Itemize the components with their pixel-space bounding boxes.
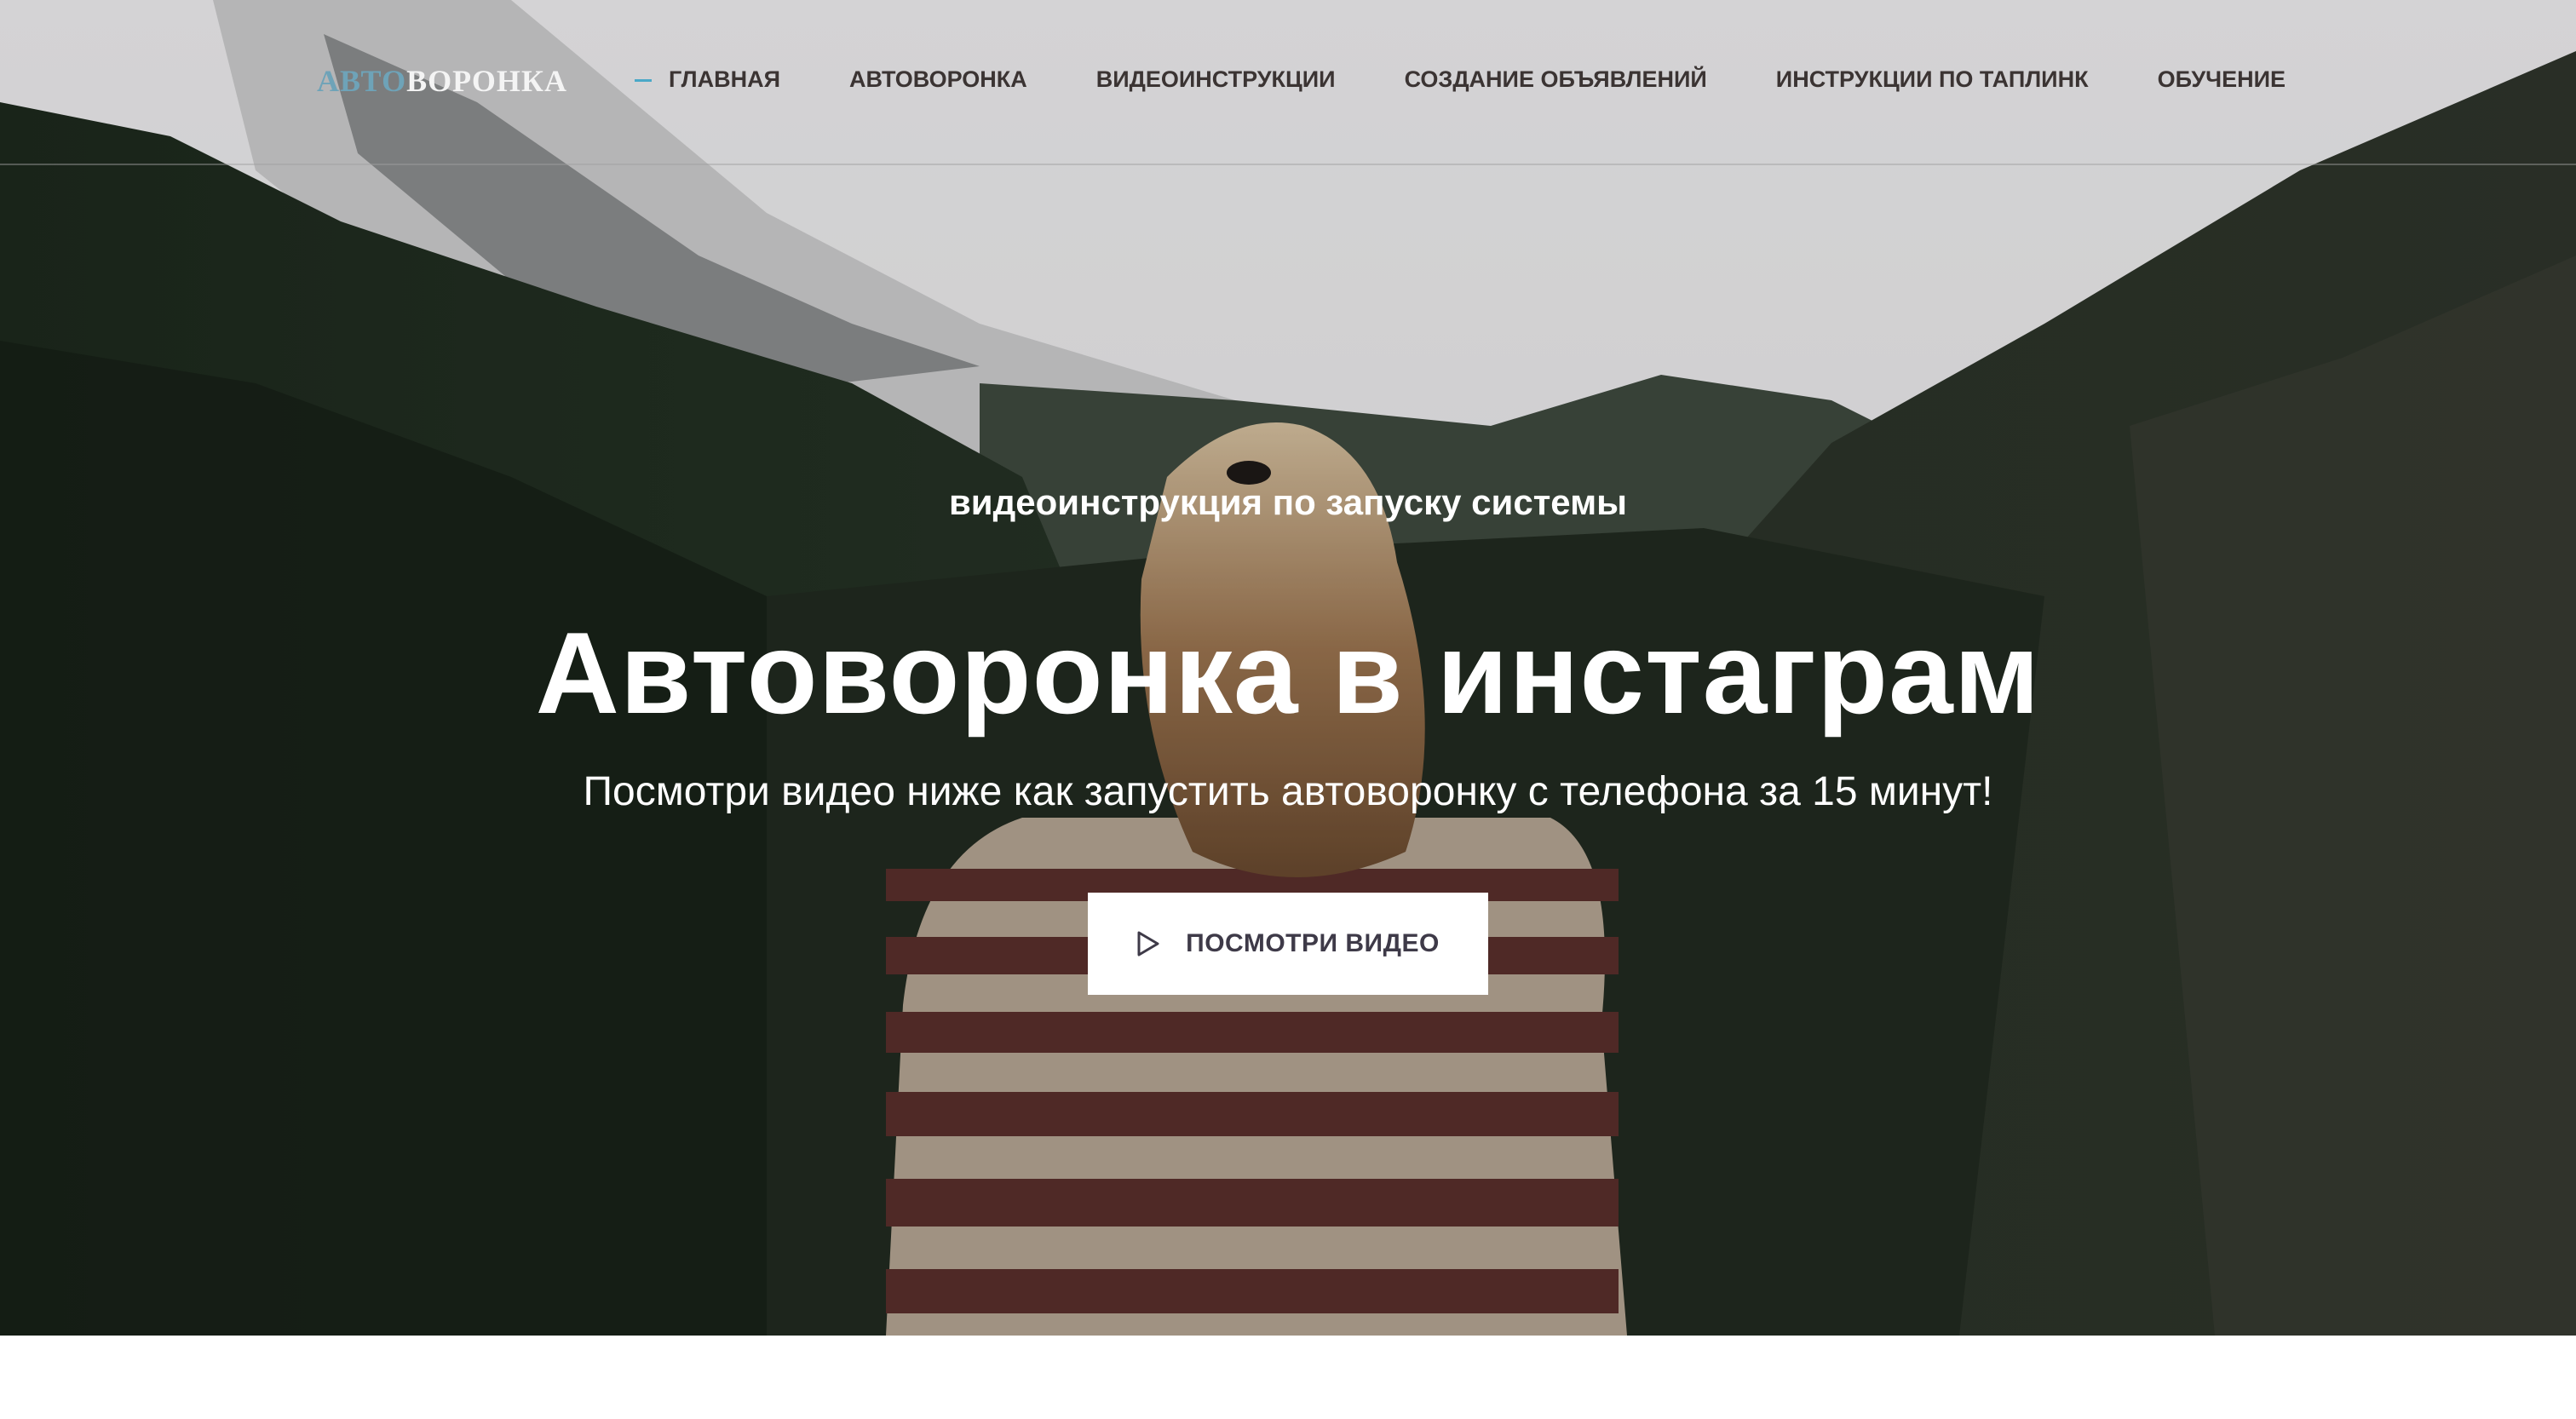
- nav-item-video-instructions[interactable]: ВИДЕОИНСТРУКЦИИ: [1096, 66, 1336, 93]
- top-navigation: АВТОВОРОНКА ГЛАВНАЯ АВТОВОРОНКА ВИДЕОИНС…: [0, 0, 2576, 165]
- nav-item-taplink-instructions[interactable]: ИНСТРУКЦИИ ПО ТАПЛИНК: [1776, 66, 2089, 93]
- active-indicator-icon: [635, 79, 652, 82]
- logo-part-a: АВТО: [317, 64, 407, 98]
- nav-item-home[interactable]: ГЛАВНАЯ: [635, 66, 780, 93]
- nav-item-label: АВТОВОРОНКА: [848, 66, 1027, 92]
- nav-item-label: СОЗДАНИЕ ОБЪЯВЛЕНИЙ: [1404, 66, 1707, 92]
- nav-menu: ГЛАВНАЯ АВТОВОРОНКА ВИДЕОИНСТРУКЦИИ СОЗД…: [635, 66, 2355, 93]
- hero-section: АВТОВОРОНКА ГЛАВНАЯ АВТОВОРОНКА ВИДЕОИНС…: [0, 0, 2576, 1336]
- play-icon: [1137, 931, 1159, 957]
- nav-item-label: ГЛАВНАЯ: [669, 66, 780, 92]
- nav-item-label: ВИДЕОИНСТРУКЦИИ: [1095, 66, 1336, 92]
- nav-item-label: ИНСТРУКЦИИ ПО ТАПЛИНК: [1775, 66, 2089, 92]
- hero-subtitle: видеоинструкция по запуску системы: [948, 482, 1628, 522]
- watch-video-label: ПОСМОТРИ ВИДЕО: [1186, 929, 1440, 957]
- logo-part-b: ВОРОНКА: [406, 64, 567, 98]
- watch-video-button[interactable]: ПОСМОТРИ ВИДЕО: [1088, 893, 1488, 995]
- hero-title: Автоворонка в инстаграм: [535, 608, 2041, 738]
- site-logo[interactable]: АВТОВОРОНКА: [317, 63, 567, 99]
- nav-item-autofunnel[interactable]: АВТОВОРОНКА: [849, 66, 1027, 93]
- hero-lead-text: Посмотри видео ниже как запустить автово…: [583, 769, 1993, 814]
- nav-item-ad-creation[interactable]: СОЗДАНИЕ ОБЪЯВЛЕНИЙ: [1405, 66, 1707, 93]
- nav-item-training[interactable]: ОБУЧЕНИЕ: [2158, 66, 2286, 93]
- nav-item-label: ОБУЧЕНИЕ: [2157, 66, 2286, 92]
